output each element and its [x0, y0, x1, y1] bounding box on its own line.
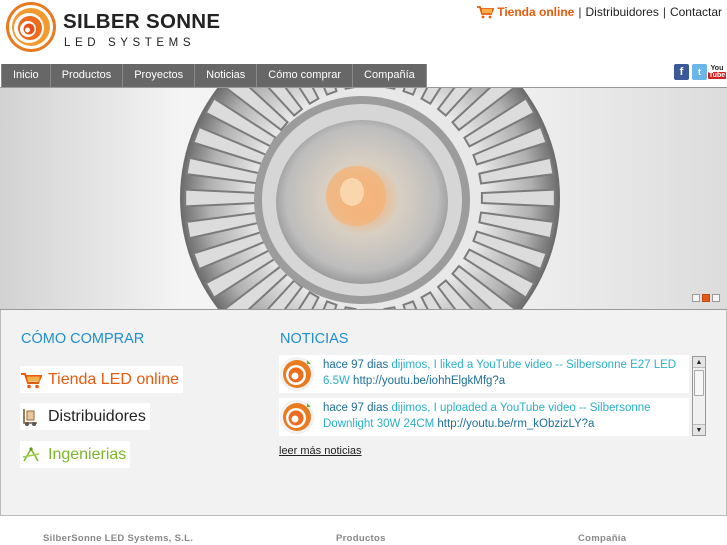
news-time[interactable]: hace 97 dias	[323, 402, 388, 414]
main-nav: Inicio Productos Proyectos Noticias Cómo…	[1, 64, 427, 87]
slider-dot-active[interactable]	[702, 294, 710, 302]
shop-online-label: Tienda online	[497, 5, 575, 19]
news-url[interactable]: http://youtu.be/iohhElgkMfg?a	[353, 375, 505, 387]
slider-dot[interactable]	[712, 294, 720, 302]
site-header: SILBER SONNE LED SYSTEMS Tienda online |…	[0, 0, 727, 64]
link-separator: |	[578, 5, 582, 19]
nav-item-compania[interactable]: Compañía	[353, 64, 427, 87]
forklift-icon	[20, 406, 42, 428]
buy-distributors-link[interactable]: Distribuidores	[20, 403, 150, 430]
logo-subtitle: LED SYSTEMS	[64, 37, 196, 49]
slider-dots	[692, 294, 720, 302]
social-links: f t You Tube	[674, 64, 727, 80]
top-links: Tienda online | Distribuidores | Contact…	[476, 5, 722, 19]
news-item[interactable]: hace 97 dias dijimos, I uploaded a YouTu…	[279, 398, 689, 436]
news-text: hace 97 dias dijimos, I uploaded a YouTu…	[323, 400, 685, 432]
sun-avatar-icon	[280, 357, 314, 391]
footer-company: SilberSonne LED Systems, S.L.	[43, 533, 194, 544]
scroll-thumb[interactable]	[694, 370, 704, 396]
more-news-link[interactable]: leer más noticias	[279, 445, 362, 457]
news-url[interactable]: http://youtu.be/rm_kObzizLY?a	[437, 418, 594, 430]
heatsink-fin	[184, 188, 260, 208]
buy-online-label: Tienda LED online	[48, 370, 180, 388]
contact-link[interactable]: Contactar	[670, 5, 722, 19]
news-feed[interactable]: hace 97 dias dijimos, I liked a YouTube …	[279, 355, 709, 437]
sun-avatar-icon	[280, 400, 314, 434]
facebook-icon[interactable]: f	[674, 64, 689, 80]
logo-title: SILBER SONNE	[63, 10, 221, 33]
buy-online-link[interactable]: Tienda LED online	[20, 366, 184, 393]
news-text: hace 97 dias dijimos, I liked a YouTube …	[323, 357, 685, 389]
como-comprar-heading: CÓMO COMPRAR	[21, 331, 145, 347]
buy-engineering-label: Ingenierias	[48, 445, 127, 463]
nav-item-inicio[interactable]: Inicio	[1, 64, 51, 87]
scroll-down-icon[interactable]: ▼	[693, 424, 705, 435]
youtube-you: You	[710, 65, 724, 72]
news-time[interactable]: hace 97 dias	[323, 359, 388, 371]
footer-about: Compañía	[578, 533, 627, 544]
news-scrollbar[interactable]: ▲ ▼	[692, 356, 706, 436]
hero-slider[interactable]	[0, 87, 727, 310]
footer-products: Productos	[336, 533, 386, 544]
nav-item-proyectos[interactable]: Proyectos	[123, 64, 196, 87]
twitter-icon[interactable]: t	[692, 64, 707, 80]
logo[interactable]: SILBER SONNE LED SYSTEMS	[3, 1, 220, 54]
sun-logo-icon	[6, 2, 56, 52]
nav-item-productos[interactable]: Productos	[50, 64, 124, 87]
cart-icon	[20, 369, 42, 391]
heatsink-fin	[480, 188, 556, 208]
distributors-link[interactable]: Distribuidores	[585, 5, 658, 19]
youtube-tube: Tube	[707, 72, 727, 79]
buy-distributors-label: Distribuidores	[48, 407, 146, 425]
nav-item-como-comprar[interactable]: Cómo comprar	[257, 64, 354, 87]
youtube-icon[interactable]: You Tube	[707, 64, 727, 80]
link-separator: |	[662, 5, 666, 19]
slider-dot[interactable]	[692, 294, 700, 302]
compass-icon	[20, 444, 42, 466]
buy-engineering-link[interactable]: Ingenierias	[20, 441, 131, 468]
scroll-up-icon[interactable]: ▲	[693, 357, 705, 368]
news-item[interactable]: hace 97 dias dijimos, I liked a YouTube …	[279, 355, 689, 393]
cart-icon	[477, 6, 495, 19]
led-lamp-image	[180, 88, 560, 309]
site-footer: SilberSonne LED Systems, S.L. Productos …	[0, 516, 727, 545]
noticias-heading: NOTICIAS	[280, 331, 349, 347]
nav-item-noticias[interactable]: Noticias	[195, 64, 258, 87]
shop-online-link[interactable]: Tienda online	[476, 5, 574, 19]
